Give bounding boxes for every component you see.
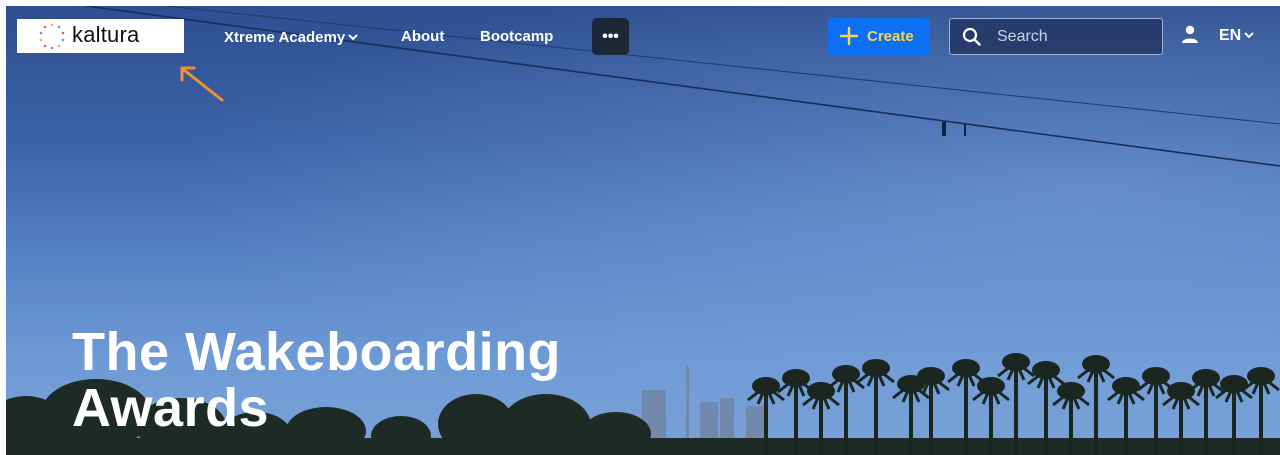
kaltura-dots-icon: [39, 23, 65, 49]
chevron-down-icon: [348, 28, 358, 45]
create-label: Create: [867, 28, 914, 45]
chevron-down-icon: [1244, 26, 1254, 44]
kaltura-logo[interactable]: kaltura: [17, 19, 184, 53]
hero-banner: kaltura Xtreme Academy About Bootcamp ••…: [6, 6, 1280, 455]
nav-xtreme-academy-label: Xtreme Academy: [224, 29, 346, 46]
hero-title-line-1: The Wakeboarding: [72, 322, 562, 382]
hero-title-line-2: Awards: [72, 378, 270, 438]
search-input[interactable]: Search: [949, 18, 1163, 55]
more-menu-button[interactable]: •••: [592, 18, 629, 55]
annotation-arrow: [180, 66, 224, 102]
logo-text: kaltura: [72, 22, 140, 47]
language-label: EN: [1219, 27, 1242, 44]
nav-xtreme-academy[interactable]: Xtreme Academy: [224, 28, 358, 46]
search-placeholder: Search: [997, 28, 1048, 45]
nav-about[interactable]: About: [401, 28, 444, 45]
language-selector[interactable]: EN: [1219, 26, 1254, 45]
search-icon: [962, 27, 981, 46]
ellipsis-icon: •••: [602, 27, 619, 45]
user-icon[interactable]: [1181, 25, 1199, 45]
create-button[interactable]: Create: [828, 18, 930, 55]
hero-title: The Wakeboarding Awards: [72, 324, 632, 436]
plus-icon: [840, 27, 858, 45]
nav-bootcamp[interactable]: Bootcamp: [480, 28, 553, 45]
